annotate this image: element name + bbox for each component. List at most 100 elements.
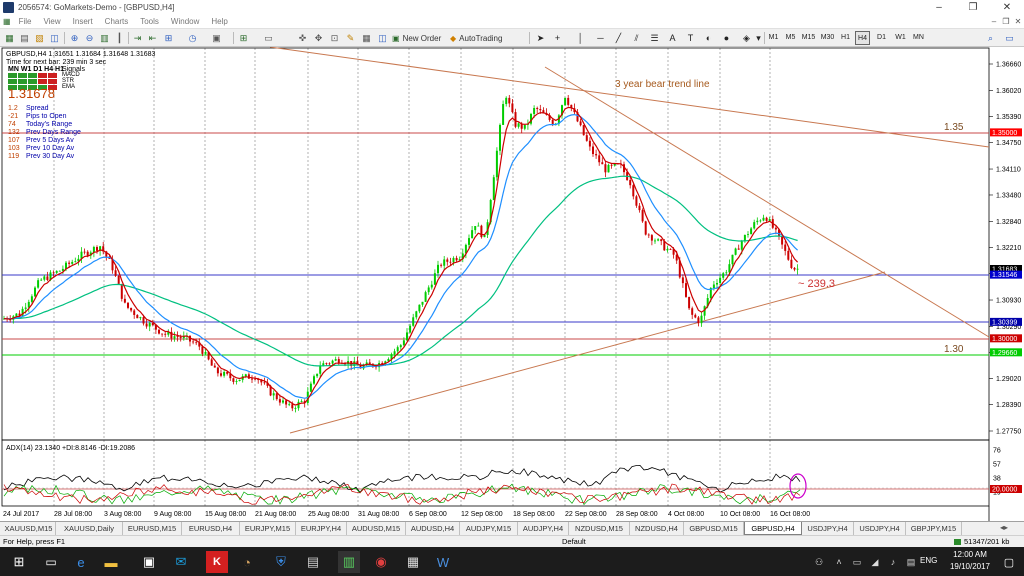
menu-window[interactable]: Window xyxy=(165,17,205,26)
search-icon[interactable]: ⌕ xyxy=(984,31,997,45)
menu-charts[interactable]: Charts xyxy=(99,17,135,26)
edge-icon[interactable]: e xyxy=(70,551,92,573)
menu-tools[interactable]: Tools xyxy=(134,17,165,26)
symbol-tab[interactable]: XAUUSD,Daily xyxy=(56,522,123,535)
toolbar-separator xyxy=(529,32,530,44)
metatrader-icon[interactable]: ▥ xyxy=(338,551,360,573)
zoom-in-icon[interactable]: ⊕ xyxy=(68,31,81,45)
window-list-icon[interactable]: ▭ xyxy=(262,31,275,45)
app-icon-generic[interactable]: ▦ xyxy=(402,551,424,573)
templates-icon[interactable]: ▣ xyxy=(210,31,223,45)
tf-h4[interactable]: H4 xyxy=(855,31,870,45)
symbol-tab[interactable]: AUDUSD,H4 xyxy=(406,522,460,535)
clock-time[interactable]: 12:00 AM xyxy=(946,550,994,559)
paint-icon[interactable]: ◔ xyxy=(236,551,258,573)
market-watch-icon[interactable]: ▧ xyxy=(33,31,46,45)
start-icon[interactable]: ⊞ xyxy=(8,551,30,573)
symbol-tab[interactable]: EURUSD,H4 xyxy=(182,522,240,535)
arrows-tool-icon[interactable]: ◐ xyxy=(702,31,715,45)
new-order-button[interactable]: ▣ New Order xyxy=(388,31,445,45)
period-separator-icon[interactable]: ⊡ xyxy=(328,31,341,45)
indicators-icon[interactable]: ⊞ xyxy=(162,31,175,45)
text-tool-icon[interactable]: A xyxy=(666,31,679,45)
tf-m15[interactable]: M15 xyxy=(800,31,817,45)
clock-date[interactable]: 19/10/2017 xyxy=(946,562,994,571)
auto-scroll-icon[interactable]: ⇥ xyxy=(131,31,144,45)
store-icon[interactable]: ▣ xyxy=(138,551,160,573)
tf-h1[interactable]: H1 xyxy=(838,31,853,45)
symbol-tab[interactable]: XAUUSD,M15 xyxy=(2,522,56,535)
chrome-icon[interactable]: ◉ xyxy=(370,551,392,573)
label-tool-icon[interactable]: T xyxy=(684,31,697,45)
tab-scroll-arrows-icon[interactable]: ◂▸ xyxy=(1000,523,1008,532)
autotrading-button[interactable]: ◆ AutoTrading xyxy=(446,31,506,45)
candle-body xyxy=(24,307,27,309)
menu-file[interactable]: File xyxy=(13,17,38,26)
cursor-icon[interactable]: ➤ xyxy=(534,31,547,45)
symbol-tab[interactable]: GBPUSD,M15 xyxy=(684,522,744,535)
symbol-tab[interactable]: EURJPY,M15 xyxy=(240,522,296,535)
mdi-minimize-button[interactable]: – xyxy=(988,17,1000,26)
maximize-button[interactable]: ❐ xyxy=(956,0,990,15)
menu-insert[interactable]: Insert xyxy=(67,17,99,26)
price-chart[interactable]: 1.36660 1.36020 1.35390 1.34750 1.34110 1.334… xyxy=(0,46,1024,521)
bar-chart-icon[interactable]: ┃ xyxy=(113,31,126,45)
notepad-icon[interactable]: ▤ xyxy=(302,551,324,573)
symbol-tab[interactable]: NZDUSD,H4 xyxy=(630,522,684,535)
language-indicator[interactable]: ENG xyxy=(920,556,937,565)
word-icon[interactable]: W xyxy=(432,551,454,573)
menu-help[interactable]: Help xyxy=(205,17,233,26)
chart-shift-icon[interactable]: ⇤ xyxy=(146,31,159,45)
zoom-out-icon[interactable]: ⊖ xyxy=(83,31,96,45)
tf-m1[interactable]: M1 xyxy=(766,31,781,45)
keyboard-icon[interactable]: ▤ xyxy=(900,551,922,573)
tile-windows-icon[interactable]: ▥ xyxy=(98,31,111,45)
horizontal-line-icon[interactable]: ─ xyxy=(594,31,607,45)
trendline-icon[interactable]: ╱ xyxy=(612,31,625,45)
vertical-line-icon[interactable]: │ xyxy=(574,31,587,45)
tf-w1[interactable]: W1 xyxy=(893,31,908,45)
metaeditor-icon[interactable]: ✎ xyxy=(344,31,357,45)
symbol-tab[interactable]: EURUSD,M15 xyxy=(123,522,182,535)
chart-area[interactable]: 1.36660 1.36020 1.35390 1.34750 1.34110 1.334… xyxy=(0,46,1024,521)
symbol-tab[interactable]: AUDUSD,M15 xyxy=(347,522,406,535)
navigator-icon[interactable]: ◫ xyxy=(48,31,61,45)
symbol-tab[interactable]: USDJPY,H4 xyxy=(802,522,854,535)
tf-d1[interactable]: D1 xyxy=(874,31,889,45)
symbol-tab[interactable]: EURJPY,H4 xyxy=(296,522,347,535)
channel-icon[interactable]: ⫽ xyxy=(630,31,643,45)
chat-icon[interactable]: ▭ xyxy=(1003,31,1016,45)
tf-mn[interactable]: MN xyxy=(911,31,926,45)
symbol-tab[interactable]: GBPUSD,H4 xyxy=(744,522,802,535)
fibonacci-icon[interactable]: ☰ xyxy=(648,31,661,45)
move-icon[interactable]: ✥ xyxy=(312,31,325,45)
mdi-restore-button[interactable]: ❐ xyxy=(1000,17,1012,26)
symbol-tab[interactable]: AUDJPY,M15 xyxy=(460,522,518,535)
symbol-tab[interactable]: AUDJPY,H4 xyxy=(518,522,569,535)
file-explorer-icon[interactable]: ▬ xyxy=(100,551,122,573)
people-icon[interactable]: ⚇ xyxy=(808,551,830,573)
notifications-icon[interactable]: ▢ xyxy=(998,551,1020,573)
minimize-button[interactable]: – xyxy=(922,0,956,15)
task-view-icon[interactable]: ▭ xyxy=(40,551,62,573)
symbol-tab[interactable]: NZDUSD,M15 xyxy=(569,522,630,535)
shapes-tool-icon[interactable]: ● xyxy=(720,31,733,45)
symbol-tab[interactable]: GBPJPY,M15 xyxy=(906,522,962,535)
mail-icon[interactable]: ✉ xyxy=(170,551,192,573)
close-button[interactable]: ✕ xyxy=(990,0,1024,15)
symbol-tab[interactable]: USDJPY,H4 xyxy=(854,522,906,535)
tf-m30[interactable]: M30 xyxy=(819,31,836,45)
mdi-close-button[interactable]: ✕ xyxy=(1012,17,1024,26)
new-chart-icon[interactable]: ▦ xyxy=(3,31,16,45)
toolbox-icon[interactable]: ▦ xyxy=(360,31,373,45)
defender-icon[interactable]: ⛨ xyxy=(270,551,292,573)
crosshair-icon[interactable]: ✜ xyxy=(296,31,309,45)
add-indicator-icon[interactable]: ⊞ xyxy=(237,31,250,45)
crosshair-tool-icon[interactable]: + xyxy=(551,31,564,45)
tf-m5[interactable]: M5 xyxy=(783,31,798,45)
kaspersky-icon[interactable]: K xyxy=(206,551,228,573)
candle-body xyxy=(37,280,40,288)
menu-view[interactable]: View xyxy=(37,17,66,26)
profiles-icon[interactable]: ▤ xyxy=(18,31,31,45)
periods-icon[interactable]: ◷ xyxy=(186,31,199,45)
